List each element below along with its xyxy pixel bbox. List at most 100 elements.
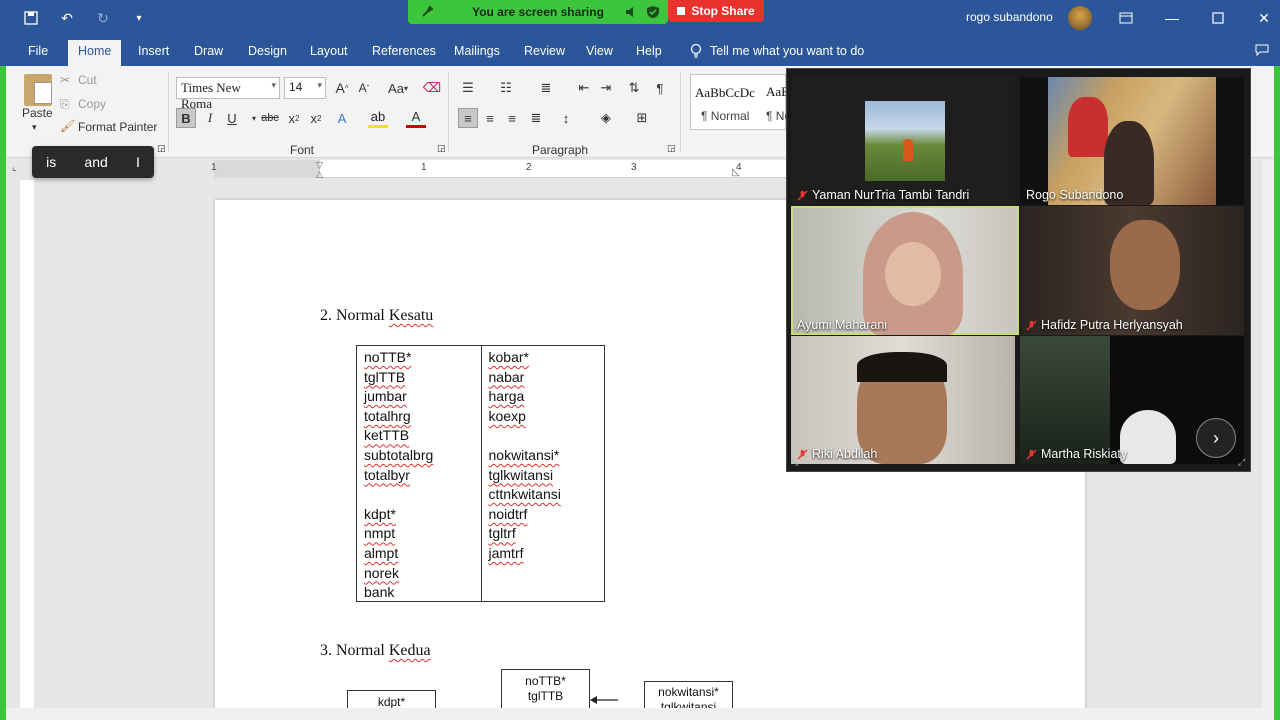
- underline-button[interactable]: U: [222, 108, 242, 128]
- table-column-left: noTTB* tglTTB jumbar totalhrg ketTTB subtotal…: [357, 346, 481, 601]
- speaker-icon[interactable]: [624, 5, 638, 19]
- tab-home[interactable]: Home: [68, 40, 122, 66]
- customize-qat-icon[interactable]: ▾: [128, 8, 150, 28]
- lightbulb-icon: [690, 43, 702, 58]
- shield-check-icon: [647, 6, 659, 18]
- comments-icon[interactable]: [1250, 38, 1274, 62]
- undo-icon[interactable]: ↶: [56, 8, 78, 28]
- account-name[interactable]: rogo subandono: [966, 10, 1053, 24]
- video-tile[interactable]: Rogo Subandono: [1020, 77, 1244, 205]
- shading-icon[interactable]: ◈: [596, 108, 616, 128]
- tab-review[interactable]: Review: [514, 42, 575, 66]
- minimize-icon[interactable]: —: [1160, 6, 1184, 30]
- clipboard-launcher-icon[interactable]: ◲: [157, 143, 166, 154]
- bold-button[interactable]: B: [176, 108, 196, 128]
- font-size-combo[interactable]: 14: [284, 77, 326, 99]
- tab-view[interactable]: View: [576, 42, 623, 66]
- save-icon[interactable]: [20, 8, 42, 28]
- numbering-icon[interactable]: ☷: [496, 78, 516, 98]
- font-family-combo[interactable]: Times New Roma: [176, 77, 280, 111]
- align-left-icon[interactable]: ≡: [458, 108, 478, 128]
- heading-word: Kesatu: [388, 307, 434, 324]
- paragraph-launcher-icon[interactable]: ◲: [667, 143, 676, 154]
- highlight-icon[interactable]: ab: [368, 108, 388, 128]
- tab-mailings[interactable]: Mailings: [444, 42, 510, 66]
- ribbon-display-options-icon[interactable]: [1114, 6, 1138, 30]
- paste-dropdown-icon[interactable]: ▾: [32, 122, 37, 133]
- justify-icon[interactable]: ≣: [526, 108, 546, 128]
- multilevel-list-icon[interactable]: ≣: [536, 78, 556, 98]
- participant-video-panel[interactable]: Yaman NurTria Tambi Tandri Rogo Subandon…: [786, 68, 1251, 472]
- share-border-right: [1274, 66, 1280, 720]
- font-color-icon[interactable]: A: [406, 108, 426, 128]
- strikethrough-button[interactable]: abc: [260, 108, 280, 128]
- pin-icon[interactable]: [420, 5, 434, 19]
- heading-word: Kedua: [388, 642, 431, 659]
- show-paragraph-marks-icon[interactable]: ¶: [650, 78, 670, 98]
- shrink-font-icon[interactable]: Aˇ: [354, 78, 374, 98]
- line-spacing-icon[interactable]: ↕: [556, 108, 576, 128]
- font-launcher-icon[interactable]: ◲: [437, 143, 446, 154]
- subscript-button[interactable]: x2: [284, 108, 304, 128]
- resize-handle-icon[interactable]: ⤡: [791, 457, 798, 468]
- superscript-button[interactable]: x2: [306, 108, 326, 128]
- copy-button[interactable]: Copy: [78, 97, 106, 111]
- format-painter-button[interactable]: Format Painter: [78, 120, 157, 134]
- participant-video: [1120, 410, 1176, 464]
- avatar[interactable]: [1068, 6, 1092, 30]
- change-case-button[interactable]: Aa ▾: [384, 78, 412, 98]
- tab-help[interactable]: Help: [626, 42, 672, 66]
- text-effects-icon[interactable]: A: [332, 108, 352, 128]
- italic-button[interactable]: I: [200, 108, 220, 128]
- video-tile[interactable]: Yaman NurTria Tambi Tandri: [791, 77, 1015, 205]
- paste-button[interactable]: Paste: [22, 106, 53, 120]
- tab-layout[interactable]: Layout: [300, 42, 358, 66]
- table-cell: jamtrf: [488, 544, 524, 561]
- video-tile[interactable]: Riki Abdilah: [791, 336, 1015, 464]
- clear-formatting-icon[interactable]: ⌫: [422, 78, 442, 98]
- tab-selector-icon[interactable]: ⌞: [12, 162, 24, 176]
- next-page-chevron-icon[interactable]: ›: [1196, 418, 1236, 458]
- decrease-indent-icon[interactable]: ⇤: [574, 78, 594, 98]
- close-icon[interactable]: ✕: [1252, 6, 1276, 30]
- suggestion-item[interactable]: and: [84, 154, 107, 170]
- right-indent-icon[interactable]: ◺: [732, 167, 740, 178]
- table-cell: harga: [488, 388, 525, 405]
- participant-name: Ayumi Maharani: [797, 318, 888, 332]
- vertical-scrollbar[interactable]: [1262, 160, 1274, 708]
- suggestion-item[interactable]: is: [46, 154, 56, 170]
- video-tile[interactable]: Hafidz Putra Herlyansyah: [1020, 206, 1244, 335]
- borders-icon[interactable]: ⊞: [632, 108, 652, 128]
- vertical-ruler[interactable]: [20, 180, 34, 720]
- cut-button[interactable]: Cut: [78, 73, 97, 87]
- suggestion-item[interactable]: I: [136, 154, 140, 170]
- table-cell: nabar: [488, 368, 525, 385]
- tab-file[interactable]: File: [18, 42, 58, 66]
- tell-me-search[interactable]: Tell me what you want to do: [690, 43, 864, 59]
- tab-design[interactable]: Design: [238, 42, 297, 66]
- align-right-icon[interactable]: ≡: [502, 108, 522, 128]
- maximize-icon[interactable]: [1206, 6, 1230, 30]
- video-tile-active-speaker[interactable]: Ayumi Maharani: [791, 206, 1019, 335]
- heading-normal-kedua: 3. Normal Kedua: [320, 642, 431, 660]
- table-cell: ketTTB: [364, 427, 410, 444]
- paste-icon[interactable]: [24, 74, 52, 106]
- tab-insert[interactable]: Insert: [128, 42, 179, 66]
- hanging-indent-icon[interactable]: △: [316, 169, 323, 180]
- sharing-text: You are screen sharing: [472, 5, 604, 19]
- tab-references[interactable]: References: [362, 42, 446, 66]
- increase-indent-icon[interactable]: ⇥: [596, 78, 616, 98]
- align-center-icon[interactable]: ≡: [480, 108, 500, 128]
- stop-share-button[interactable]: Stop Share: [668, 0, 764, 22]
- sort-icon[interactable]: ⇅: [624, 78, 644, 98]
- tab-draw[interactable]: Draw: [184, 42, 233, 66]
- participant-video: [863, 212, 963, 335]
- bullets-icon[interactable]: ☰: [458, 78, 478, 98]
- table-cell: kobar*: [488, 349, 529, 365]
- participant-name-tag: Martha Riskiaty: [1026, 447, 1127, 461]
- heading-number: 2.: [320, 307, 332, 324]
- redo-icon[interactable]: ↻: [92, 8, 114, 28]
- resize-handle-icon[interactable]: ⤢: [1238, 457, 1245, 468]
- table-cell: totalhrg: [364, 407, 411, 424]
- grow-font-icon[interactable]: A ^: [332, 78, 352, 98]
